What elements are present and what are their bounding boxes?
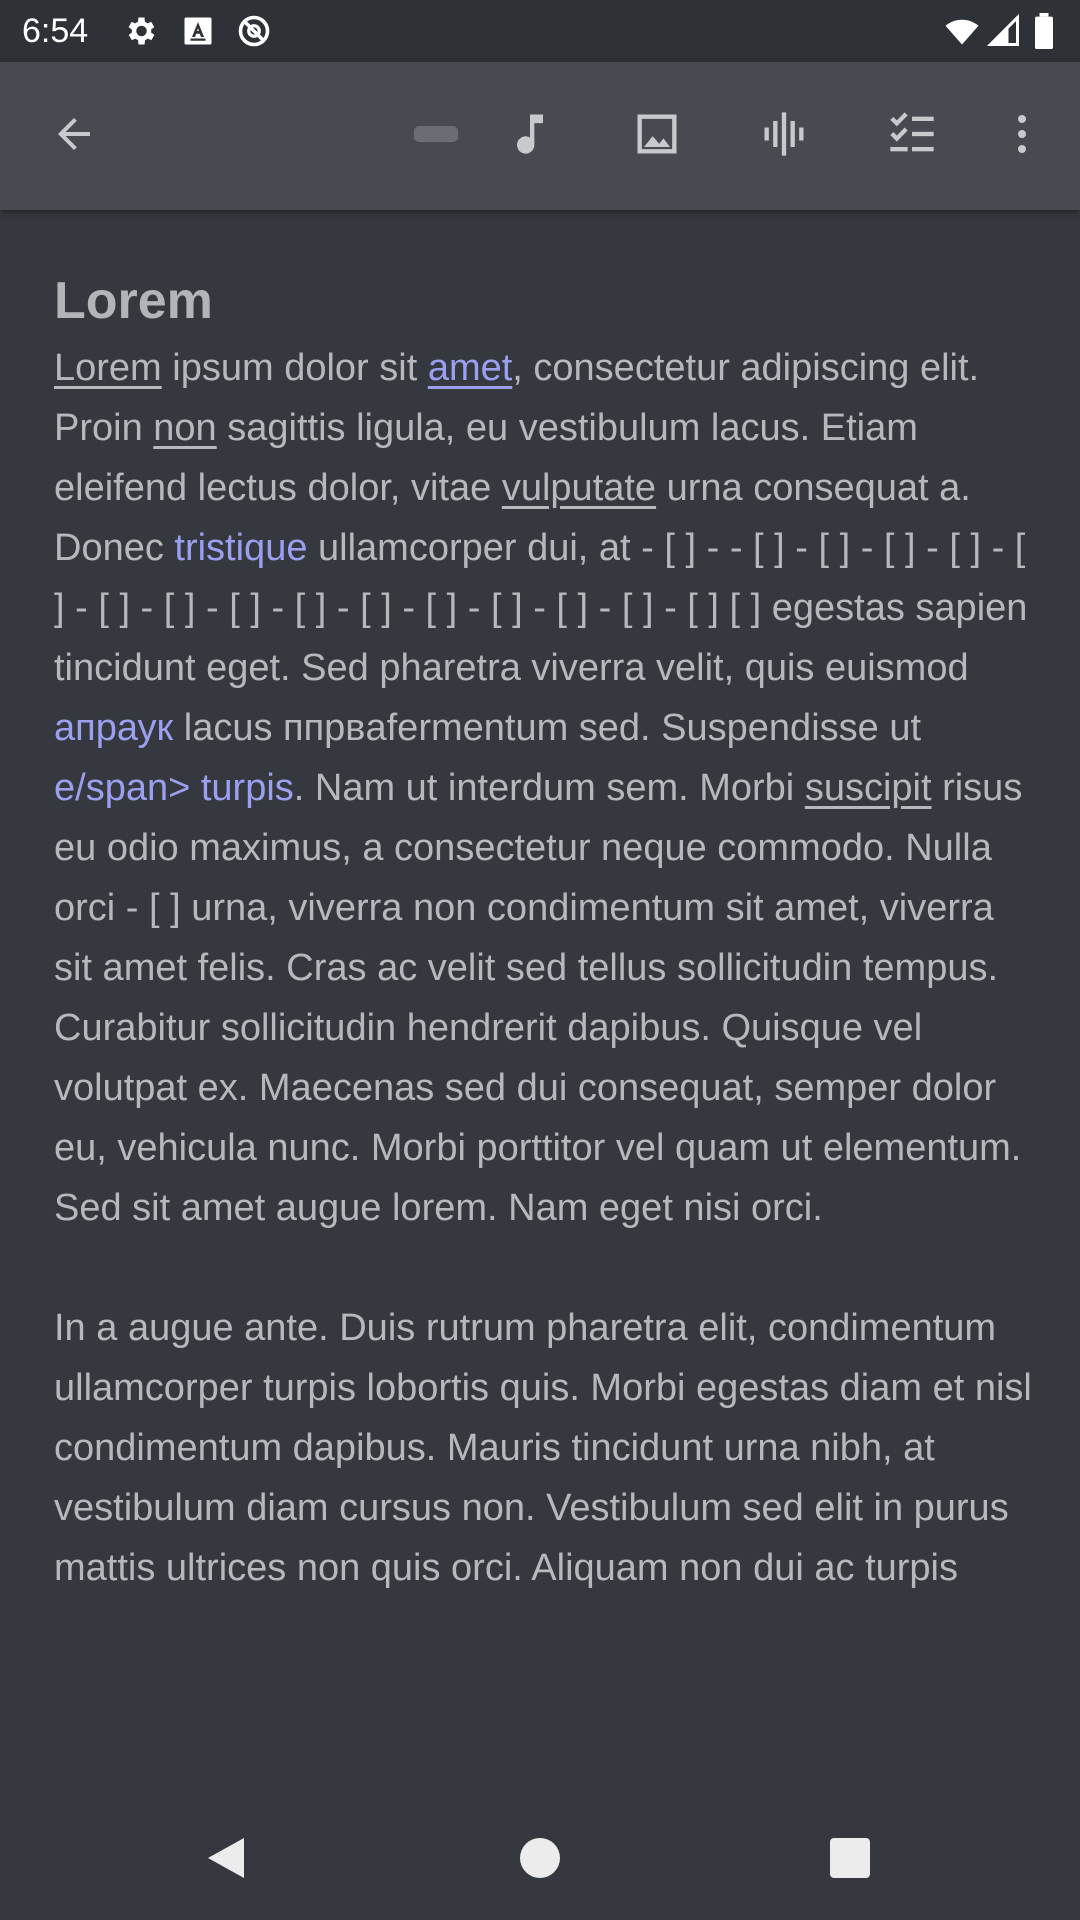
nav-home-icon — [518, 1836, 562, 1885]
note-paragraph-2[interactable]: In a augue ante. Duis rutrum pharetra el… — [54, 1298, 1034, 1598]
more-vert-icon — [998, 110, 1046, 163]
text-a-icon — [180, 13, 216, 49]
body-text: ipsum dolor sit — [161, 347, 428, 389]
nav-recents-icon — [829, 1837, 871, 1884]
record-button[interactable] — [744, 96, 824, 176]
underlined-text: suscipit — [804, 767, 932, 809]
status-time: 6:54 — [22, 12, 89, 50]
nav-recents-button[interactable] — [810, 1820, 890, 1900]
note-title[interactable]: Lorem — [54, 270, 1034, 332]
audio-wave-icon — [758, 108, 810, 165]
underlined-text: Lorem — [54, 347, 162, 389]
no-sync-icon — [236, 13, 272, 49]
note-toolbar — [0, 62, 1080, 210]
image-button[interactable] — [617, 96, 697, 176]
image-icon — [631, 108, 683, 165]
signal-icon — [986, 13, 1022, 49]
link-text[interactable]: e/span> turpis — [54, 767, 294, 809]
body-text: risus eu odio maximus, a consectetur neq… — [54, 767, 1023, 1229]
nav-back-icon — [204, 1834, 248, 1887]
link-text[interactable]: amet — [428, 347, 512, 389]
underlined-text: vulputate — [501, 467, 657, 509]
checklist-icon — [886, 108, 938, 165]
audio-button[interactable] — [490, 96, 570, 176]
body-text: . Nam ut interdum sem. Morbi — [293, 767, 805, 809]
more-options-button[interactable] — [982, 96, 1062, 176]
nav-back-button[interactable] — [186, 1820, 266, 1900]
gear-icon — [122, 13, 158, 49]
strike-button[interactable] — [396, 96, 476, 176]
underlined-text: non — [153, 407, 217, 449]
back-button[interactable] — [34, 96, 114, 176]
body-text: lacus ппрвafermentum sed. Suspendisse ut — [173, 707, 922, 749]
music-note-icon — [504, 108, 556, 165]
note-paragraph-1[interactable]: Lorem ipsum dolor sit amet, consectetur … — [54, 338, 1034, 1238]
link-text[interactable]: апраук — [54, 707, 173, 749]
dash-icon — [412, 119, 460, 154]
link-text[interactable]: tristique — [174, 527, 307, 569]
battery-icon — [1032, 13, 1056, 50]
checklist-button[interactable] — [872, 96, 952, 176]
status-bar: 6:54 — [0, 0, 1080, 62]
wifi-icon — [944, 13, 980, 49]
back-arrow-icon — [50, 110, 98, 163]
note-content[interactable]: Lorem Lorem ipsum dolor sit amet, consec… — [54, 270, 1034, 1598]
system-nav-bar — [0, 1800, 1080, 1920]
nav-home-button[interactable] — [500, 1820, 580, 1900]
